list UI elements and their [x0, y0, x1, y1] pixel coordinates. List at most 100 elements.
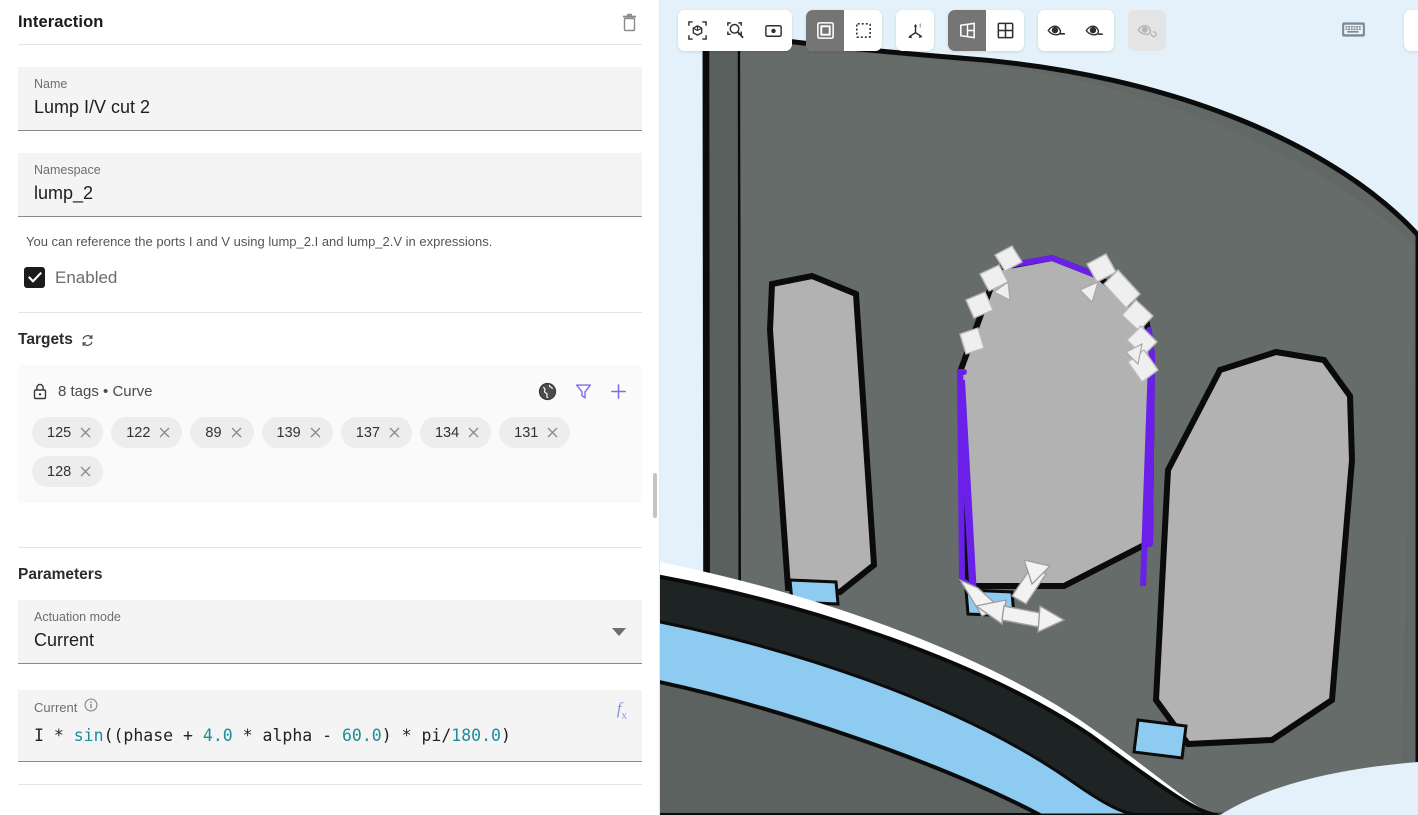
- lock-button[interactable]: [32, 382, 48, 401]
- toolbar-group-view: [678, 10, 792, 51]
- actuation-mode-label: Actuation mode: [34, 610, 121, 624]
- chip-remove-button[interactable]: [230, 426, 243, 439]
- globe-button[interactable]: [537, 381, 558, 402]
- chip-remove-button[interactable]: [546, 426, 559, 439]
- expression-token: * alpha -: [232, 726, 342, 745]
- toolbar-group-select: [806, 10, 882, 51]
- viewport-toolbar: i: [678, 10, 1166, 51]
- actuation-mode-select[interactable]: Actuation mode Current: [18, 600, 642, 664]
- coil-segment-right: [1132, 718, 1188, 760]
- target-chip[interactable]: 131: [499, 417, 571, 448]
- plus-icon: [611, 383, 626, 399]
- chip-label: 139: [276, 424, 301, 441]
- chip-remove-button[interactable]: [388, 426, 401, 439]
- parameters-title: Parameters: [18, 566, 103, 583]
- trash-icon: [622, 13, 636, 31]
- enabled-checkbox[interactable]: [24, 267, 45, 288]
- rectangle-select-button[interactable]: [806, 10, 844, 51]
- svg-text:i: i: [919, 23, 921, 30]
- current-label-row: Current: [34, 698, 626, 717]
- expression-token: I *: [34, 726, 74, 745]
- current-expression-code[interactable]: I * sin((phase + 4.0 * alpha - 60.0) * p…: [34, 722, 626, 750]
- panel-header: Interaction: [0, 0, 660, 45]
- motor-cross-section-render: [660, 0, 1418, 815]
- filter-button[interactable]: [574, 382, 593, 401]
- panel-scrollbar[interactable]: [651, 0, 659, 815]
- chip-remove-button[interactable]: [79, 426, 92, 439]
- targets-section-header: Targets: [0, 313, 660, 349]
- target-chip[interactable]: 125: [32, 417, 104, 448]
- lock-icon: [33, 383, 47, 399]
- close-icon: [468, 427, 479, 438]
- interaction-panel: Interaction Name Lump I/V cut 2 Namespac…: [0, 0, 660, 815]
- info-button[interactable]: [84, 698, 98, 717]
- add-target-button[interactable]: [609, 382, 628, 401]
- target-chip-list: 125 122 89 139 137 134 131 128: [32, 417, 628, 487]
- expression-token: ((phase +: [103, 726, 203, 745]
- name-field[interactable]: Name Lump I/V cut 2: [18, 67, 642, 131]
- target-chip[interactable]: 134: [419, 417, 492, 448]
- zoom-to-window-icon: [764, 25, 782, 37]
- enabled-label: Enabled: [55, 267, 118, 287]
- hide-selected-button[interactable]: [1076, 10, 1114, 51]
- chip-label: 122: [126, 424, 151, 441]
- expression-token: 60.0: [342, 726, 382, 745]
- fit-to-selection-button[interactable]: [678, 10, 716, 51]
- chip-label: 131: [514, 424, 539, 441]
- chip-remove-button[interactable]: [79, 465, 92, 478]
- marquee-select-icon: [855, 23, 871, 38]
- parameters-section-header: Parameters: [0, 548, 660, 584]
- show-hidden-icon: [1047, 25, 1065, 36]
- target-chip[interactable]: 128: [32, 456, 104, 487]
- refresh-targets-button[interactable]: [80, 333, 95, 348]
- show-hidden-button[interactable]: [1038, 10, 1076, 51]
- page-title: Interaction: [18, 13, 104, 31]
- namespace-input[interactable]: lump_2: [34, 180, 626, 206]
- zoom-to-fit-button[interactable]: [716, 10, 754, 51]
- grid-view-button[interactable]: [986, 10, 1024, 51]
- close-icon: [310, 427, 321, 438]
- targets-actions: [537, 377, 628, 405]
- close-icon: [231, 427, 242, 438]
- target-chip[interactable]: 137: [340, 417, 412, 448]
- chevron-down-icon[interactable]: [612, 627, 626, 636]
- scrollbar-thumb[interactable]: [653, 473, 657, 518]
- current-label: Current: [34, 700, 78, 715]
- marquee-select-button[interactable]: [844, 10, 882, 51]
- reset-visibility-button: [1128, 10, 1166, 51]
- keyboard-shortcuts-button[interactable]: [1340, 18, 1366, 40]
- targets-summary: 8 tags • Curve: [58, 382, 153, 400]
- chip-label: 125: [47, 424, 72, 441]
- axis-orientation-icon: i: [907, 23, 923, 39]
- name-field-wrap: Name Lump I/V cut 2: [0, 67, 660, 131]
- name-input[interactable]: Lump I/V cut 2: [34, 94, 626, 120]
- targets-box: 8 tags • Curve 125 122 89 139 137 134 13…: [18, 365, 642, 503]
- 3d-viewport[interactable]: i: [660, 0, 1418, 815]
- expression-token: ): [500, 726, 511, 745]
- zoom-to-window-button[interactable]: [754, 10, 792, 51]
- chip-remove-button[interactable]: [158, 426, 171, 439]
- expression-token: sin: [73, 726, 104, 745]
- delete-interaction-button[interactable]: [616, 9, 642, 35]
- expression-token: 4.0: [202, 726, 233, 745]
- fit-to-selection-icon: [687, 21, 707, 40]
- chip-remove-button[interactable]: [467, 426, 480, 439]
- enabled-checkbox-row[interactable]: Enabled: [0, 251, 660, 288]
- reset-visibility-icon: [1137, 25, 1157, 38]
- toolbar-group-visibility: [1038, 10, 1114, 51]
- targets-summary-row: 8 tags • Curve: [32, 377, 628, 405]
- info-icon: [84, 698, 98, 712]
- target-chip[interactable]: 89: [190, 417, 254, 448]
- chip-remove-button[interactable]: [309, 426, 322, 439]
- chip-label: 128: [47, 463, 72, 480]
- fx-button[interactable]: fx: [617, 699, 627, 721]
- close-icon: [80, 466, 91, 477]
- target-chip[interactable]: 139: [261, 417, 333, 448]
- namespace-field[interactable]: Namespace lump_2: [18, 153, 642, 217]
- axis-orientation-button[interactable]: i: [896, 10, 934, 51]
- toolbar-overflow-pill[interactable]: [1404, 10, 1418, 51]
- target-chip[interactable]: 122: [111, 417, 183, 448]
- actuation-mode-value: Current: [34, 630, 95, 650]
- split-view-button[interactable]: [948, 10, 986, 51]
- current-expression-field[interactable]: Current I * sin((phase + 4.0 * alpha - 6…: [18, 690, 642, 762]
